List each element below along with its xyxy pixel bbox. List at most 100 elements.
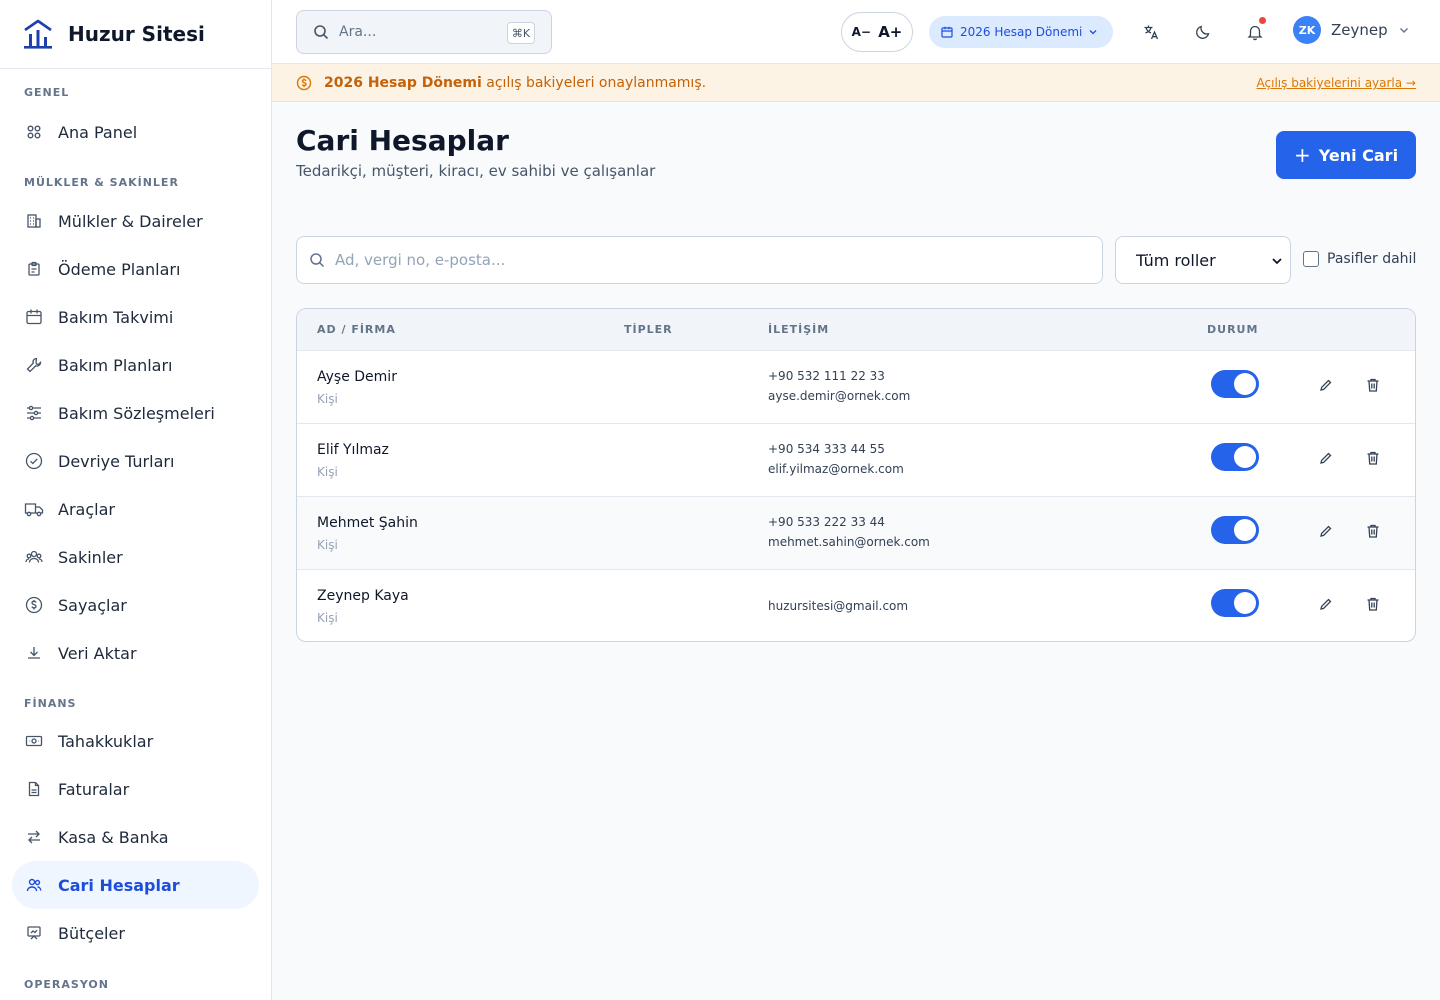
sidebar-item-label: Tahakkuklar: [58, 731, 154, 751]
pencil-icon[interactable]: [1318, 377, 1334, 393]
toggle-knob: [1234, 373, 1256, 395]
global-search-input[interactable]: Ara... ⌘K: [296, 10, 552, 54]
sidebar-item-bakim-takvimi[interactable]: Bakım Takvimi: [12, 293, 259, 341]
checkbox[interactable]: [1303, 251, 1319, 267]
account-type: Kişi: [317, 611, 338, 625]
opening-balances-link[interactable]: Açılış bakiyelerini ayarla →: [1257, 76, 1416, 90]
pencil-icon[interactable]: [1318, 450, 1334, 466]
language-button[interactable]: [1139, 20, 1163, 44]
include-inactive-label: Pasifler dahil: [1327, 251, 1417, 267]
toggle-knob: [1234, 519, 1256, 541]
pencil-icon[interactable]: [1318, 596, 1334, 612]
role-select-value: Tüm roller: [1136, 250, 1216, 270]
account-email: huzursitesi@gmail.com: [768, 599, 909, 613]
sidebar-item-label: Mülkler & Daireler: [58, 211, 203, 231]
dollar-circle-icon: [24, 595, 44, 615]
sliders-icon: [24, 403, 44, 423]
download-icon: [24, 643, 44, 663]
font-increase-button[interactable]: A+: [878, 23, 902, 41]
sidebar-item-label: Bakım Planları: [58, 355, 173, 375]
truck-icon: [24, 499, 44, 519]
column-header-contact[interactable]: İLETİŞİM: [768, 323, 829, 336]
account-name[interactable]: Elif Yılmaz: [317, 442, 389, 458]
presentation-icon: [24, 923, 44, 943]
trash-icon[interactable]: [1365, 523, 1381, 539]
sidebar-item-ana-panel[interactable]: Ana Panel: [12, 108, 259, 156]
trash-icon[interactable]: [1365, 450, 1381, 466]
sidebar-item-bakim-sozlesmeleri[interactable]: Bakım Sözleşmeleri: [12, 389, 259, 437]
status-toggle[interactable]: [1211, 516, 1259, 544]
calendar-icon: [24, 307, 44, 327]
moon-icon: [1196, 25, 1210, 39]
period-selector[interactable]: 2026 Hesap Dönemi: [929, 16, 1113, 48]
building-icon: [24, 211, 44, 231]
font-size-control: A− A+: [841, 12, 913, 52]
toggle-knob: [1234, 446, 1256, 468]
theme-toggle-button[interactable]: [1191, 20, 1215, 44]
font-decrease-button[interactable]: A−: [852, 25, 871, 39]
sidebar-item-sakinler[interactable]: Sakinler: [12, 533, 259, 581]
translate-icon: [1144, 25, 1158, 39]
table-row[interactable]: Elif Yılmaz Kişi +90 534 333 44 55 elif.…: [297, 424, 1415, 497]
sidebar-item-veri-aktar[interactable]: Veri Aktar: [12, 629, 259, 677]
wrench-icon: [24, 355, 44, 375]
status-toggle[interactable]: [1211, 370, 1259, 398]
column-header-types[interactable]: TİPLER: [624, 323, 673, 336]
sidebar-item-odeme-planlari[interactable]: Ödeme Planları: [12, 245, 259, 293]
account-name[interactable]: Ayşe Demir: [317, 369, 397, 385]
sidebar-item-araclar[interactable]: Araçlar: [12, 485, 259, 533]
users-icon: [24, 547, 44, 567]
brand[interactable]: Huzur Sitesi: [0, 0, 271, 69]
avatar: ZK: [1293, 16, 1321, 44]
user-menu[interactable]: ZK Zeynep: [1293, 16, 1410, 44]
chevron-down-icon: [1088, 27, 1098, 37]
search-placeholder: Ara...: [339, 24, 377, 40]
sidebar-item-butceler[interactable]: Bütçeler: [12, 909, 259, 957]
include-inactive-checkbox[interactable]: Pasifler dahil: [1303, 251, 1416, 267]
sidebar-item-label: Ana Panel: [58, 122, 138, 142]
trash-icon[interactable]: [1365, 377, 1381, 393]
sidebar-item-label: Sayaçlar: [58, 595, 127, 615]
sidebar-item-mulkler[interactable]: Mülkler & Daireler: [12, 197, 259, 245]
table-row[interactable]: Zeynep Kaya Kişi huzursitesi@gmail.com: [297, 570, 1415, 641]
sidebar-item-faturalar[interactable]: Faturalar: [12, 765, 259, 813]
chevron-down-icon: [1399, 28, 1408, 33]
trash-icon[interactable]: [1365, 596, 1381, 612]
account-name[interactable]: Mehmet Şahin: [317, 515, 418, 531]
user-name: Zeynep: [1331, 21, 1388, 39]
account-email: mehmet.sahin@ornek.com: [768, 535, 930, 549]
account-name[interactable]: Zeynep Kaya: [317, 588, 409, 604]
banknote-icon: [24, 731, 44, 751]
search-icon: [310, 253, 325, 268]
clipboard-icon: [24, 259, 44, 279]
table-row[interactable]: Mehmet Şahin Kişi +90 533 222 33 44 mehm…: [297, 497, 1415, 570]
page-title: Cari Hesaplar: [296, 124, 509, 157]
sidebar-item-label: Devriye Turları: [58, 451, 175, 471]
sidebar-item-label: Kasa & Banka: [58, 827, 169, 847]
table-row[interactable]: Ayşe Demir Kişi +90 532 111 22 33 ayse.d…: [297, 351, 1415, 424]
banner-text: 2026 Hesap Dönemi açılış bakiyeleri onay…: [324, 75, 706, 91]
status-toggle[interactable]: [1211, 589, 1259, 617]
sidebar-item-kasa-banka[interactable]: Kasa & Banka: [12, 813, 259, 861]
new-account-button[interactable]: + Yeni Cari: [1276, 131, 1416, 179]
sidebar-item-label: Araçlar: [58, 499, 115, 519]
section-title-genel: GENEL: [24, 86, 70, 99]
pencil-icon[interactable]: [1318, 523, 1334, 539]
role-select[interactable]: Tüm roller: [1115, 236, 1291, 284]
sidebar-item-devriye-turlari[interactable]: Devriye Turları: [12, 437, 259, 485]
sidebar-item-sayaclar[interactable]: Sayaçlar: [12, 581, 259, 629]
column-header-status[interactable]: DURUM: [1207, 323, 1258, 336]
plus-icon: +: [1293, 143, 1311, 167]
column-header-name[interactable]: AD / FİRMA: [317, 323, 396, 336]
topbar: Ara... ⌘K A− A+ 2026 Hesap Dönemi ZK Zey…: [272, 0, 1440, 64]
account-phone: +90 534 333 44 55: [768, 442, 885, 456]
status-toggle[interactable]: [1211, 443, 1259, 471]
notifications-button[interactable]: [1243, 17, 1267, 44]
sidebar-item-bakim-planlari[interactable]: Bakım Planları: [12, 341, 259, 389]
account-type: Kişi: [317, 465, 338, 479]
sidebar-item-label: Bütçeler: [58, 923, 125, 943]
sidebar-item-tahakkuklar[interactable]: Tahakkuklar: [12, 717, 259, 765]
sidebar-item-label: Veri Aktar: [58, 643, 137, 663]
sidebar-item-cari-hesaplar[interactable]: Cari Hesaplar: [12, 861, 259, 909]
account-search-input[interactable]: Ad, vergi no, e-posta...: [296, 236, 1103, 284]
